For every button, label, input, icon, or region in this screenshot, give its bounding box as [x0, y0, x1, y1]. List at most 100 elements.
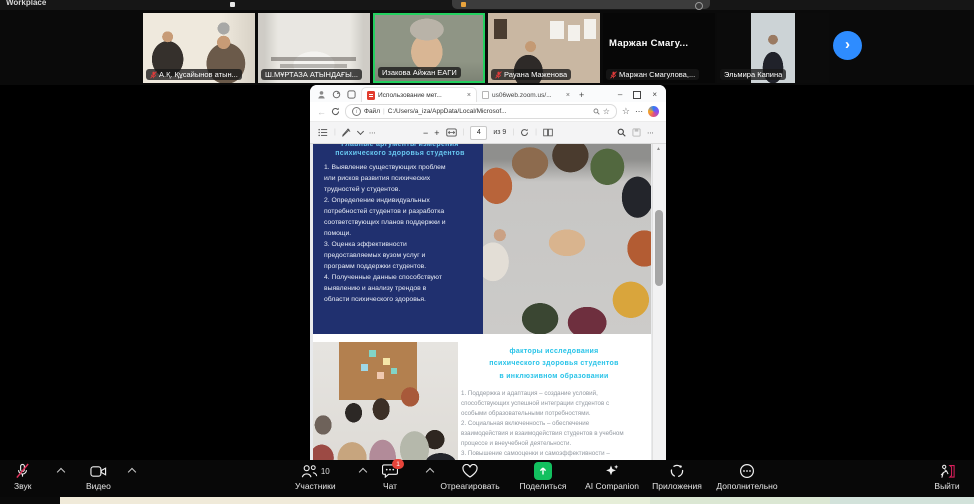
more-button[interactable]: Дополнительно: [704, 463, 790, 491]
divider: |: [512, 129, 514, 136]
pdf-scrollbar[interactable]: ▲: [652, 144, 666, 460]
page-number-input[interactable]: 4: [470, 126, 487, 140]
leave-meeting-button[interactable]: Выйти: [922, 463, 972, 491]
participants-count: 10: [321, 467, 330, 476]
pdf-file-icon: [367, 91, 375, 100]
slide1-title: Главные аргументы измерения психического…: [317, 144, 483, 159]
chevron-right-icon: ›: [845, 37, 850, 52]
save-icon[interactable]: [632, 128, 641, 137]
scrollbar-thumb[interactable]: [655, 210, 663, 286]
settings-more-icon[interactable]: ⋯: [635, 107, 643, 116]
refresh-button[interactable]: [331, 107, 340, 116]
zoom-in-button[interactable]: +: [434, 128, 439, 138]
participant-name-label: Маржан Смагулова,...: [606, 69, 699, 80]
audio-button[interactable]: Звук: [14, 463, 31, 491]
participant-tile[interactable]: Рауана Маженова: [488, 13, 600, 83]
participant-tile[interactable]: Эльмира Капина: [717, 13, 829, 83]
more-icon: [739, 463, 755, 479]
tab-title: Использование мет...: [378, 92, 464, 99]
new-tab-button[interactable]: +: [575, 90, 588, 102]
share-screen-button[interactable]: Поделиться: [516, 463, 570, 491]
copilot-icon[interactable]: [648, 106, 659, 117]
scheme-label: Файл: [364, 108, 380, 115]
chat-button[interactable]: 1 Чат: [382, 463, 398, 491]
muted-mic-icon: [495, 71, 502, 79]
participant-name-label: Рауана Маженова: [491, 69, 571, 80]
workspaces-icon[interactable]: [332, 90, 341, 99]
slide2-title: факторы исследования психического здоров…: [461, 346, 647, 383]
profile-icon[interactable]: [317, 90, 326, 99]
participant-tile[interactable]: А.Қ. Құсайынов атын...: [143, 13, 255, 83]
slide-measurement-arguments: Главные аргументы измерения психического…: [313, 144, 651, 334]
desktop-taskbar-strip: [0, 497, 974, 504]
back-button[interactable]: ←: [317, 107, 326, 117]
video-options-chevron[interactable]: [128, 468, 136, 476]
participants-button[interactable]: 10 Участники: [295, 463, 336, 491]
tab-pdf-document[interactable]: Использование мет... ×: [361, 87, 477, 102]
tab-close-icon[interactable]: ×: [467, 92, 471, 99]
window-icon: [230, 2, 235, 7]
slide-research-factors: факторы исследования психического здоров…: [313, 342, 651, 460]
shared-screen-stage: Использование мет... × us06web.zoom.us/.…: [0, 85, 974, 460]
apps-button[interactable]: Приложения: [642, 463, 712, 491]
react-button[interactable]: Отреагировать: [428, 463, 512, 491]
rotate-icon[interactable]: [520, 128, 529, 137]
next-participants-page-button[interactable]: ›: [833, 31, 862, 60]
video-button[interactable]: Видео: [86, 463, 111, 491]
fit-width-icon[interactable]: [446, 128, 457, 137]
lock-icon: [461, 2, 466, 7]
tab-zoom-web[interactable]: us06web.zoom.us/... ×: [477, 88, 575, 102]
search-document-icon[interactable]: [617, 128, 626, 137]
participant-name-label: А.Қ. Құсайынов атын...: [146, 69, 242, 80]
browser-tab-strip: Использование мет... × us06web.zoom.us/.…: [310, 85, 666, 102]
participant-tile[interactable]: Маржан Смагу... Маржан Смагулова,...: [603, 13, 715, 83]
participants-options-chevron[interactable]: [359, 468, 367, 476]
camera-icon: [90, 465, 107, 478]
divider: |: [535, 129, 537, 136]
ai-companion-button[interactable]: AI Companion: [572, 463, 652, 491]
zoom-out-button[interactable]: −: [423, 128, 428, 138]
divider: |: [383, 108, 385, 115]
info-icon[interactable]: i: [352, 107, 361, 116]
participant-tile-active-speaker[interactable]: Изакова Айжан ЕАГИ: [373, 13, 485, 83]
participant-name-label: Изакова Айжан ЕАГИ: [378, 67, 461, 78]
photo-students-group: [313, 342, 458, 460]
favorite-star-icon[interactable]: ☆: [603, 107, 610, 116]
window-minimize-button[interactable]: –: [618, 90, 622, 99]
url-field[interactable]: i Файл | C:/Users/a_iza/AppData/Local/Mi…: [345, 104, 617, 119]
chevron-down-icon[interactable]: [357, 128, 364, 135]
participant-tile[interactable]: Ш.МҰРТАЗА АТЫНДАҒЫ...: [258, 13, 370, 83]
participant-overlay-name: Маржан Смагу...: [609, 38, 709, 49]
muted-mic-icon: [610, 71, 617, 79]
scroll-up-arrow[interactable]: ▲: [656, 146, 661, 152]
page-total-label: из 9: [493, 129, 506, 136]
system-search-pill[interactable]: [452, 0, 710, 9]
sparkle-icon: [604, 463, 620, 479]
search-icon[interactable]: [593, 108, 600, 115]
meeting-toolbar: Звук Видео 10 Участники: [0, 460, 974, 497]
draw-pen-icon[interactable]: [342, 128, 351, 137]
table-of-contents-icon[interactable]: [318, 128, 328, 137]
divider: |: [463, 129, 465, 136]
annotation-more-icon[interactable]: ⋯: [369, 129, 376, 137]
page-view-icon[interactable]: [543, 128, 553, 137]
video-strip: А.Қ. Құсайынов атын... Ш.МҰРТАЗА АТЫНДАҒ…: [0, 10, 974, 85]
tab-close-icon[interactable]: ×: [566, 92, 570, 99]
photo-hands-together: [483, 144, 651, 334]
favorites-hub-icon[interactable]: ☆: [622, 106, 630, 117]
participant-name-label: Эльмира Капина: [720, 69, 786, 80]
clock-icon: [695, 2, 703, 10]
slide1-body: 1. Выявление существующих проблем или ри…: [324, 162, 476, 305]
audio-options-chevron[interactable]: [57, 468, 65, 476]
window-maximize-button[interactable]: [633, 91, 641, 99]
chat-unread-badge: 1: [392, 459, 404, 469]
pdf-more-icon[interactable]: ⋯: [647, 129, 654, 137]
participant-name-label: Ш.МҰРТАЗА АТЫНДАҒЫ...: [261, 69, 362, 80]
tab-actions-icon[interactable]: [347, 90, 356, 99]
leave-door-icon: [939, 464, 956, 479]
participants-icon: [301, 464, 318, 479]
window-close-button[interactable]: ×: [652, 90, 657, 99]
slide2-body: 1. Поддержка и адаптация – создание усло…: [461, 389, 649, 460]
workspace-label: Workplace: [6, 0, 46, 7]
share-screen-icon: [534, 462, 552, 480]
